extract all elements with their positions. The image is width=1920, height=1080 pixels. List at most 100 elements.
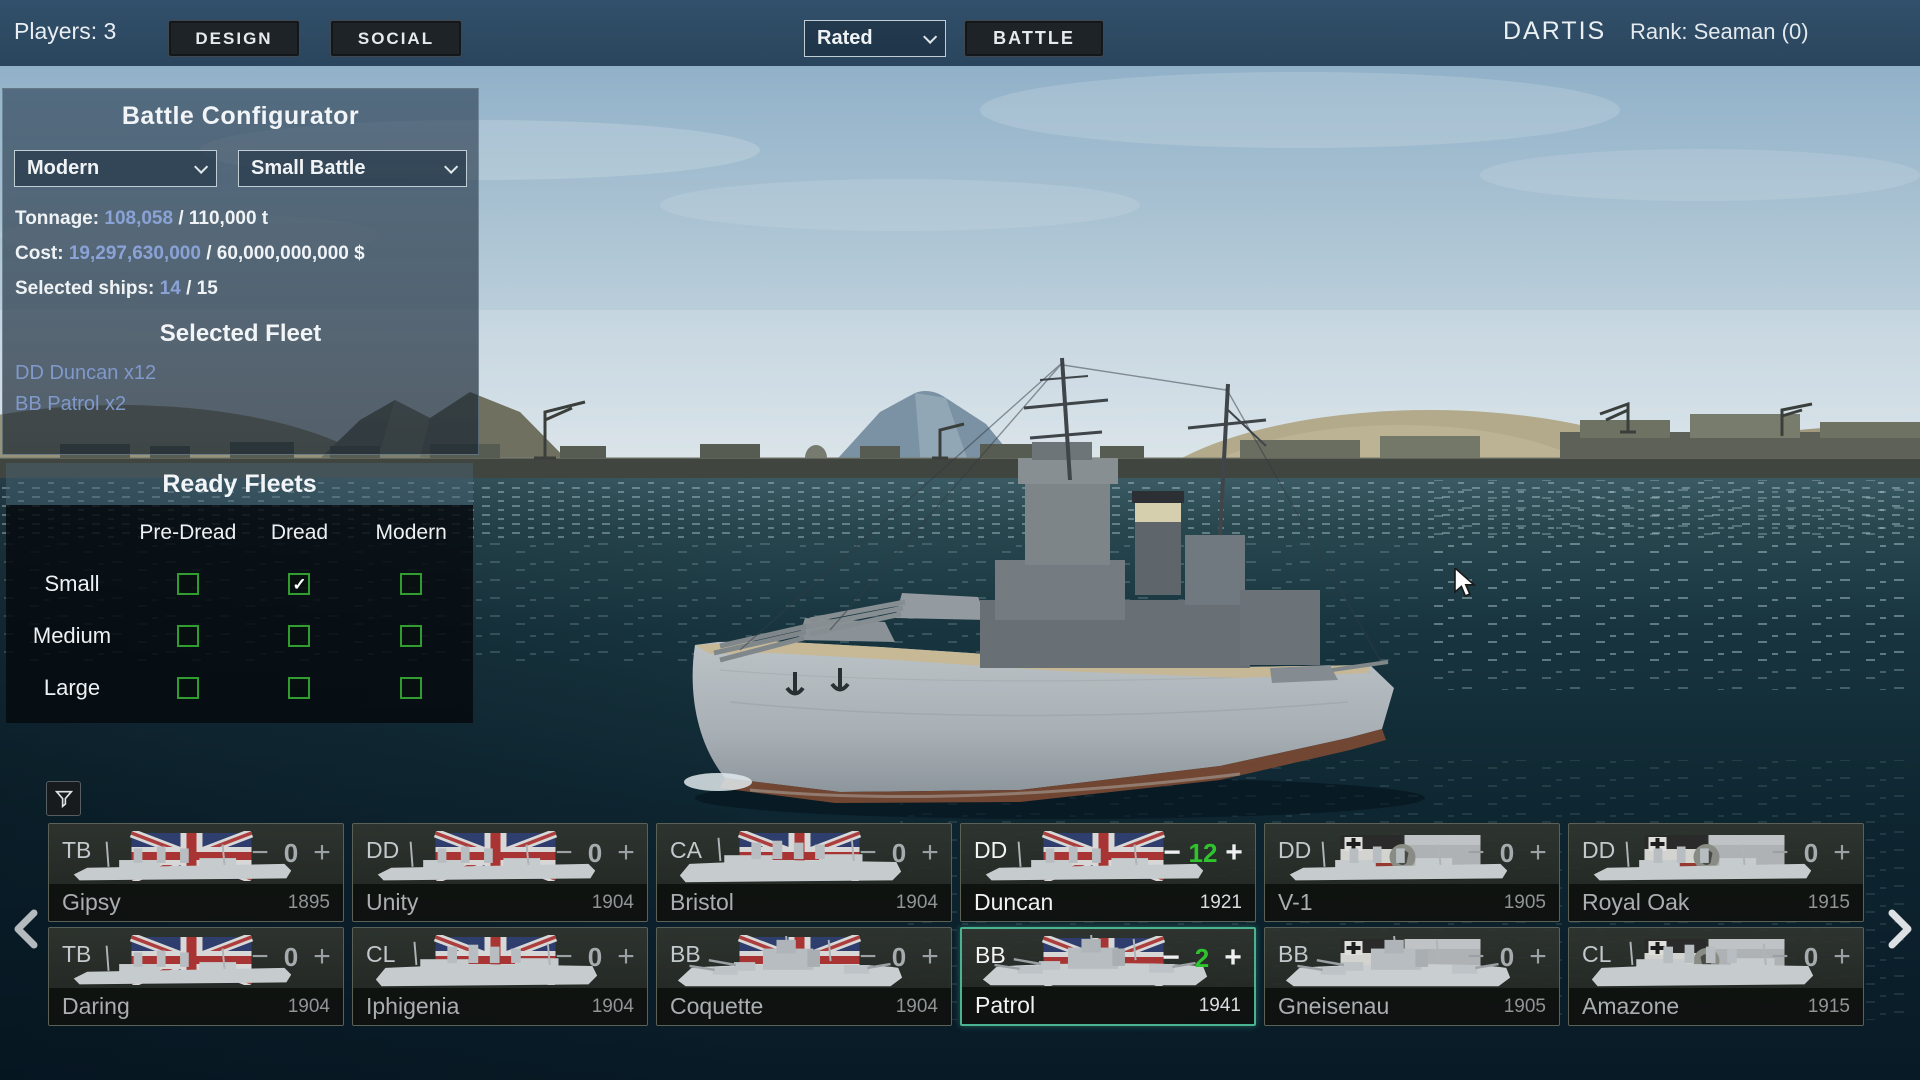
increase-count-button[interactable]: +: [309, 836, 335, 870]
fleet-checkbox-medium-pre-dread[interactable]: [177, 625, 199, 647]
ship-year: 1915: [1808, 892, 1850, 914]
ship-name: Amazone: [1582, 993, 1679, 1020]
increase-count-button[interactable]: +: [613, 836, 639, 870]
ship-type-label: DD: [366, 837, 399, 864]
ship-card-gipsy[interactable]: TB − 0 + Gipsy 1895: [48, 823, 344, 922]
ship-card-name-bar: Unity 1904: [353, 884, 647, 921]
fleet-checkbox-large-pre-dread[interactable]: [177, 677, 199, 699]
ship-card-unity[interactable]: DD − 0 + Unity 1904: [352, 823, 648, 922]
fleet-checkbox-small-modern[interactable]: [400, 573, 422, 595]
ship-counter: − 0 +: [855, 939, 943, 975]
increase-count-button[interactable]: +: [917, 836, 943, 870]
increase-count-button[interactable]: +: [917, 940, 943, 974]
ship-counter: − 2 +: [1158, 940, 1246, 976]
previous-page-button[interactable]: [8, 905, 44, 953]
ship-card-top: DD − 0 +: [1569, 824, 1863, 886]
era-select[interactable]: Modern: [14, 150, 217, 187]
ship-card-top: BB − 0 +: [1265, 928, 1559, 990]
decrease-count-button[interactable]: −: [1463, 940, 1489, 974]
ship-card-iphigenia[interactable]: CL − 0 + Iphigenia 1904: [352, 927, 648, 1026]
ship-year: 1904: [896, 892, 938, 914]
ship-card-gneisenau[interactable]: BB − 0 + Gneisenau 1905: [1264, 927, 1560, 1026]
increase-count-button[interactable]: +: [1221, 836, 1247, 870]
next-page-button[interactable]: [1882, 905, 1918, 953]
decrease-count-button[interactable]: −: [551, 940, 577, 974]
ship-card-top: DD − 0 +: [353, 824, 647, 886]
battle-size-select[interactable]: Small Battle: [238, 150, 467, 187]
design-button[interactable]: DESIGN: [168, 20, 300, 57]
fleet-checkbox-medium-dread[interactable]: [288, 625, 310, 647]
ship-count: 0: [577, 835, 613, 871]
ship-type-label: CL: [366, 941, 395, 968]
fleet-checkbox-medium-modern[interactable]: [400, 625, 422, 647]
ship-card-name-bar: Gipsy 1895: [49, 884, 343, 921]
ship-type-label: CL: [1582, 941, 1611, 968]
match-type-select[interactable]: Rated: [804, 20, 946, 57]
tonnage-current: 108,058: [104, 208, 173, 229]
ready-fleets-panel: Ready Fleets Pre-DreadDreadModernSmall✓M…: [6, 463, 473, 723]
decrease-count-button[interactable]: −: [855, 836, 881, 870]
decrease-count-button[interactable]: −: [1463, 836, 1489, 870]
ship-card-patrol[interactable]: BB − 2 + Patrol 1941: [960, 927, 1256, 1026]
ship-type-label: TB: [62, 837, 91, 864]
ship-year: 1905: [1504, 996, 1546, 1018]
cost-current: 19,297,630,000: [69, 243, 201, 264]
ship-card-name-bar: Iphigenia 1904: [353, 988, 647, 1025]
social-button[interactable]: SOCIAL: [330, 20, 462, 57]
filter-button[interactable]: [46, 781, 81, 816]
decrease-count-button[interactable]: −: [1767, 940, 1793, 974]
ship-count: 12: [1185, 835, 1221, 871]
ready-fleets-table: Pre-DreadDreadModernSmall✓MediumLarge: [6, 505, 473, 723]
ship-count: 0: [273, 835, 309, 871]
ship-card-name-bar: Daring 1904: [49, 988, 343, 1025]
ship-card-name-bar: Amazone 1915: [1569, 988, 1863, 1025]
ship-year: 1915: [1808, 996, 1850, 1018]
decrease-count-button[interactable]: −: [247, 836, 273, 870]
fleet-checkbox-large-modern[interactable]: [400, 677, 422, 699]
ship-card-amazone[interactable]: CL − 0 + Amazone 1915: [1568, 927, 1864, 1026]
decrease-count-button[interactable]: −: [1158, 941, 1184, 975]
decrease-count-button[interactable]: −: [1767, 836, 1793, 870]
ready-fleet-cell: [132, 677, 244, 699]
battle-button[interactable]: BATTLE: [964, 20, 1104, 57]
ship-card-royal-oak[interactable]: DD − 0 + Royal Oak 1915: [1568, 823, 1864, 922]
increase-count-button[interactable]: +: [1220, 941, 1246, 975]
ready-fleet-cell: ✓: [244, 573, 356, 595]
ship-card-bristol[interactable]: CA − 0 + Bristol 1904: [656, 823, 952, 922]
ready-fleet-cell: [132, 573, 244, 595]
ship-card-v-1[interactable]: DD − 0 + V-1 1905: [1264, 823, 1560, 922]
decrease-count-button[interactable]: −: [551, 836, 577, 870]
ready-fleet-cell: [244, 625, 356, 647]
ship-card-top: DD − 12 +: [961, 824, 1255, 886]
increase-count-button[interactable]: +: [1829, 836, 1855, 870]
game-lobby-screen: Players: 3 DESIGN SOCIAL Rated BATTLE DA…: [0, 0, 1920, 1080]
ship-name: Duncan: [974, 889, 1053, 916]
increase-count-button[interactable]: +: [1525, 836, 1551, 870]
ship-card-top: TB − 0 +: [49, 824, 343, 886]
battle-configurator-panel: Battle Configurator Modern Small Battle …: [2, 88, 479, 455]
decrease-count-button[interactable]: −: [247, 940, 273, 974]
ship-card-name-bar: Coquette 1904: [657, 988, 951, 1025]
ship-counter: − 0 +: [1767, 835, 1855, 871]
chevron-down-icon: [194, 159, 208, 173]
fleet-checkbox-small-pre-dread[interactable]: [177, 573, 199, 595]
ready-fleets-column-header: Pre-Dread: [132, 521, 244, 545]
decrease-count-button[interactable]: −: [1159, 836, 1185, 870]
ship-card-duncan[interactable]: DD − 12 + Duncan 1921: [960, 823, 1256, 922]
increase-count-button[interactable]: +: [613, 940, 639, 974]
ship-name: Unity: [366, 889, 418, 916]
ship-card-top: CA − 0 +: [657, 824, 951, 886]
ship-name: Gipsy: [62, 889, 121, 916]
ship-name: Iphigenia: [366, 993, 459, 1020]
fleet-checkbox-small-dread[interactable]: ✓: [288, 573, 310, 595]
ready-fleets-title: Ready Fleets: [6, 463, 473, 505]
ship-card-coquette[interactable]: BB − 0 + Coquette 1904: [656, 927, 952, 1026]
increase-count-button[interactable]: +: [1525, 940, 1551, 974]
fleet-checkbox-large-dread[interactable]: [288, 677, 310, 699]
increase-count-button[interactable]: +: [1829, 940, 1855, 974]
ship-card-daring[interactable]: TB − 0 + Daring 1904: [48, 927, 344, 1026]
ship-count: 0: [881, 939, 917, 975]
increase-count-button[interactable]: +: [309, 940, 335, 974]
chevron-left-icon: [8, 905, 44, 953]
decrease-count-button[interactable]: −: [855, 940, 881, 974]
